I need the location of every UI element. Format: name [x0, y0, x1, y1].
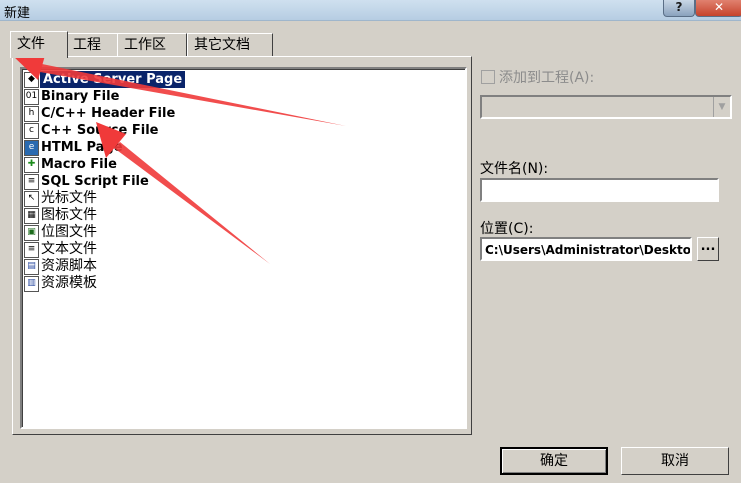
- asp-file-icon: ◆: [24, 72, 39, 88]
- list-item-label: SQL Script File: [41, 174, 149, 189]
- title-bar: 新建 ? ✕: [0, 0, 741, 21]
- filename-label: 文件名(N):: [480, 161, 549, 177]
- file-type-list[interactable]: ◆ Active Server Page 01 Binary File h C/…: [20, 67, 467, 429]
- location-label: 位置(C):: [480, 221, 534, 237]
- list-item-label: 光标文件: [41, 190, 97, 206]
- filename-input[interactable]: [480, 178, 719, 202]
- text-file-icon: ≡: [24, 242, 39, 258]
- list-item-label: HTML Page: [41, 140, 123, 155]
- bitmap-file-icon: ▣: [24, 225, 39, 241]
- chevron-down-icon[interactable]: ▼: [713, 97, 730, 117]
- binary-file-icon: 01: [24, 89, 39, 105]
- list-item-label: C++ Source File: [41, 123, 159, 138]
- tab-projects[interactable]: 工程: [66, 33, 118, 56]
- list-item-label: Binary File: [41, 89, 120, 104]
- list-item-label: Active Server Page: [40, 71, 186, 88]
- ok-button[interactable]: 确定: [500, 447, 608, 475]
- list-item-label: 文本文件: [41, 241, 97, 257]
- header-file-icon: h: [24, 106, 39, 122]
- close-button[interactable]: ✕: [695, 0, 741, 17]
- help-button[interactable]: ?: [663, 0, 695, 17]
- icon-file-icon: ▦: [24, 208, 39, 224]
- list-item-label: Macro File: [41, 157, 117, 172]
- cancel-button[interactable]: 取消: [621, 447, 729, 475]
- add-to-project-label: 添加到工程(A):: [499, 70, 595, 86]
- browse-button[interactable]: ...: [697, 237, 719, 261]
- tab-workspace[interactable]: 工作区: [117, 33, 187, 56]
- list-item-label: 位图文件: [41, 224, 97, 240]
- tab-other-documents[interactable]: 其它文档: [187, 33, 273, 56]
- location-input[interactable]: C:\Users\Administrator\Desktop: [480, 237, 692, 261]
- resource-script-icon: ▤: [24, 259, 39, 275]
- list-item-label: C/C++ Header File: [41, 106, 176, 121]
- macro-file-icon: ✚: [24, 157, 39, 173]
- project-select[interactable]: ▼: [480, 95, 732, 119]
- add-to-project-checkbox[interactable]: [481, 70, 495, 84]
- list-item-label: 图标文件: [41, 207, 97, 223]
- resource-template-icon: ▥: [24, 276, 39, 292]
- source-file-icon: c: [24, 123, 39, 139]
- sql-file-icon: ≡: [24, 174, 39, 190]
- cursor-file-icon: ↖: [24, 191, 39, 207]
- list-item-label: 资源模板: [41, 275, 97, 291]
- window-title: 新建: [4, 6, 31, 21]
- list-item-label: 资源脚本: [41, 258, 97, 274]
- html-page-icon: e: [24, 140, 39, 156]
- tab-files[interactable]: 文件: [10, 31, 68, 58]
